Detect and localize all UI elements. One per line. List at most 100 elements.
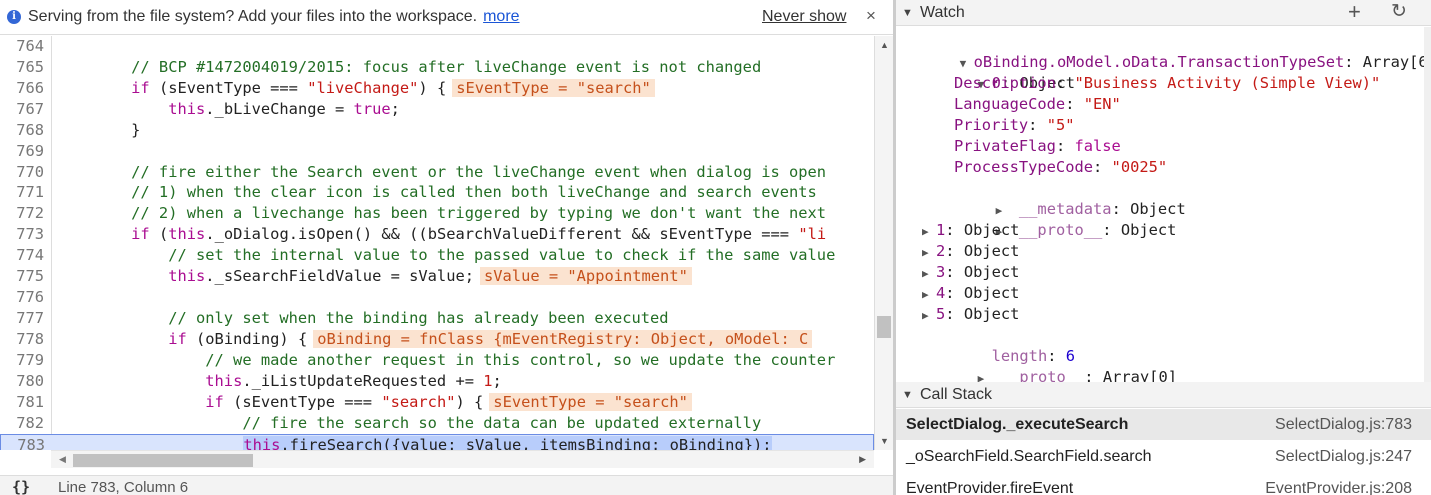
line-number[interactable]: 779 — [0, 350, 44, 371]
code-line[interactable]: 779 // we made another request in this c… — [0, 350, 874, 371]
code-line[interactable]: 771 // 1) when the clear icon is called … — [0, 182, 874, 203]
line-number[interactable]: 778 — [0, 329, 44, 350]
code-token: (oBinding) { — [186, 329, 308, 348]
line-number[interactable]: 781 — [0, 392, 44, 413]
code-line[interactable]: 770 // fire either the Search event or t… — [0, 162, 874, 183]
horizontal-scroll-thumb[interactable] — [73, 454, 253, 467]
property-row[interactable]: ProcessTypeCode: "0025" — [954, 157, 1167, 178]
frame-function-name: EventProvider.fireEvent — [906, 480, 1074, 495]
collapsed-triangle-icon[interactable]: ▶ — [922, 305, 936, 326]
code-line[interactable]: 782 // fire the search so the data can b… — [0, 413, 874, 434]
proto-node[interactable]: ▶ __proto__: Object — [940, 199, 1177, 239]
line-number[interactable]: 764 — [0, 36, 44, 57]
code-line[interactable]: 780 this._iListUpdateRequested += 1; — [0, 371, 874, 392]
code-line[interactable]: 773 if (this._oDialog.isOpen() && ((bSea… — [0, 224, 874, 245]
line-number[interactable]: 772 — [0, 203, 44, 224]
watch-pane-header[interactable]: ▼ Watch + ↻ — [896, 0, 1431, 26]
code-line[interactable]: 781 if (sEventType === "search") {sEvent… — [0, 392, 874, 413]
never-show-link[interactable]: Never show — [762, 8, 846, 26]
horizontal-scrollbar[interactable]: ◀ ▶ — [51, 450, 874, 468]
frame-location-link[interactable]: SelectDialog.js:247 — [1275, 441, 1412, 472]
collapsed-triangle-icon[interactable]: ▶ — [922, 221, 936, 242]
line-number[interactable]: 776 — [0, 287, 44, 308]
metadata-node[interactable]: ▶ __metadata: Object — [940, 178, 1186, 218]
watch-expression-row[interactable]: ▼ oBinding.oModel.oData.TransactionTypeSe… — [904, 31, 1424, 71]
code-line[interactable]: 767 this._bLiveChange = true; — [0, 99, 874, 120]
line-number[interactable]: 773 — [0, 224, 44, 245]
code-line[interactable]: 768 } — [0, 120, 874, 141]
vertical-scrollbar[interactable]: ▲ ▼ — [874, 36, 893, 450]
collapsed-triangle-icon[interactable]: ▶ — [922, 284, 936, 305]
line-number[interactable]: 767 — [0, 99, 44, 120]
code-line[interactable]: 777 // only set when the binding has alr… — [0, 308, 874, 329]
code-line[interactable]: 765 // BCP #1472004019/2015: focus after… — [0, 57, 874, 78]
watch-title: Watch — [920, 4, 965, 21]
call-frame[interactable]: EventProvider.fireEvent EventProvider.js:… — [896, 473, 1431, 495]
property-row[interactable]: Description: "Business Activity (Simple … — [954, 73, 1380, 94]
inline-value-annotation: oBinding = fnClass {mEventRegistry: Obje… — [313, 329, 813, 348]
line-number[interactable]: 777 — [0, 308, 44, 329]
tree-node-4[interactable]: ▶ 4: Object — [922, 283, 1019, 304]
code-token: (sEventType === — [223, 392, 382, 411]
tree-node-1[interactable]: ▶ 1: Object — [922, 220, 1019, 241]
code-line[interactable]: 776 — [0, 287, 874, 308]
frame-location-link[interactable]: EventProvider.js:208 — [1265, 473, 1412, 495]
line-number[interactable]: 766 — [0, 78, 44, 99]
property-row[interactable]: PrivateFlag: false — [954, 136, 1121, 157]
code-token: // fire either the Search event or the l… — [57, 162, 827, 181]
scroll-left-icon[interactable]: ◀ — [59, 454, 66, 465]
frame-location-link[interactable]: SelectDialog.js:783 — [1275, 409, 1412, 440]
watch-scrollbar[interactable] — [1424, 27, 1431, 382]
tree-node-0[interactable]: ▼ 0: Object — [922, 52, 1075, 92]
line-number[interactable]: 768 — [0, 120, 44, 141]
collapse-triangle-icon[interactable]: ▼ — [902, 0, 913, 26]
line-number[interactable]: 771 — [0, 182, 44, 203]
code-token: // set the internal value to the passed … — [57, 246, 836, 265]
collapse-triangle-icon[interactable]: ▼ — [902, 382, 913, 408]
frame-function-name: _oSearchField.SearchField.search — [906, 448, 1152, 465]
code-line-current[interactable]: 783 this.fireSearch({value: sValue, item… — [0, 433, 874, 450]
tree-node-5[interactable]: ▶ 5: Object — [922, 304, 1019, 325]
pretty-print-button[interactable]: {} — [12, 478, 30, 495]
call-frame[interactable]: _oSearchField.SearchField.search SelectDi… — [896, 441, 1431, 472]
refresh-icon[interactable]: ↻ — [1391, 0, 1407, 25]
editor-status-bar: {} Line 783, Column 6 — [0, 475, 893, 495]
collapsed-triangle-icon[interactable]: ▶ — [922, 242, 936, 263]
line-number[interactable]: 783 — [1, 435, 45, 450]
line-number[interactable]: 769 — [0, 141, 44, 162]
line-number[interactable]: 782 — [0, 413, 44, 434]
line-number[interactable]: 775 — [0, 266, 44, 287]
tree-node-2[interactable]: ▶ 2: Object — [922, 241, 1019, 262]
call-stack-pane-header[interactable]: ▼ Call Stack — [896, 382, 1431, 408]
scroll-down-icon[interactable]: ▼ — [880, 436, 889, 446]
line-number[interactable]: 774 — [0, 245, 44, 266]
code-area[interactable]: 764 765 // BCP #1472004019/2015: focus af… — [0, 36, 874, 450]
line-number[interactable]: 765 — [0, 57, 44, 78]
collapsed-triangle-icon[interactable]: ▶ — [922, 263, 936, 284]
property-row[interactable]: LanguageCode: "EN" — [954, 94, 1121, 115]
property-row[interactable]: Priority: "5" — [954, 115, 1075, 136]
code-line[interactable]: 778 if (oBinding) {oBinding = fnClass {m… — [0, 329, 874, 350]
tree-node-key: __proto__ — [1000, 368, 1085, 382]
add-watch-icon[interactable]: + — [1348, 0, 1361, 25]
code-line[interactable]: 764 — [0, 36, 874, 57]
line-number[interactable]: 780 — [0, 371, 44, 392]
code-line[interactable]: 774 // set the internal value to the pas… — [0, 245, 874, 266]
line-number[interactable]: 770 — [0, 162, 44, 183]
scroll-up-icon[interactable]: ▲ — [880, 40, 889, 50]
array-proto-node[interactable]: ▶ __proto__: Array[0] — [922, 346, 1177, 382]
tree-node-value: Object — [963, 284, 1020, 302]
scroll-right-icon[interactable]: ▶ — [859, 454, 866, 465]
vertical-scroll-thumb[interactable] — [877, 316, 891, 338]
close-icon[interactable]: × — [866, 6, 876, 26]
code-line[interactable]: 775 this._sSearchFieldValue = sValue; sVa… — [0, 266, 874, 287]
code-line[interactable]: 772 // 2) when a livechange has been tri… — [0, 203, 874, 224]
tree-node-3[interactable]: ▶ 3: Object — [922, 262, 1019, 283]
more-link[interactable]: more — [483, 8, 519, 26]
collapsed-triangle-icon[interactable]: ▶ — [978, 368, 992, 382]
code-line[interactable]: 769 — [0, 141, 874, 162]
call-frame[interactable]: SelectDialog._executeSearch SelectDialog.… — [896, 409, 1431, 440]
code-line[interactable]: 766 if (sEventType === "liveChange") {sE… — [0, 78, 874, 99]
